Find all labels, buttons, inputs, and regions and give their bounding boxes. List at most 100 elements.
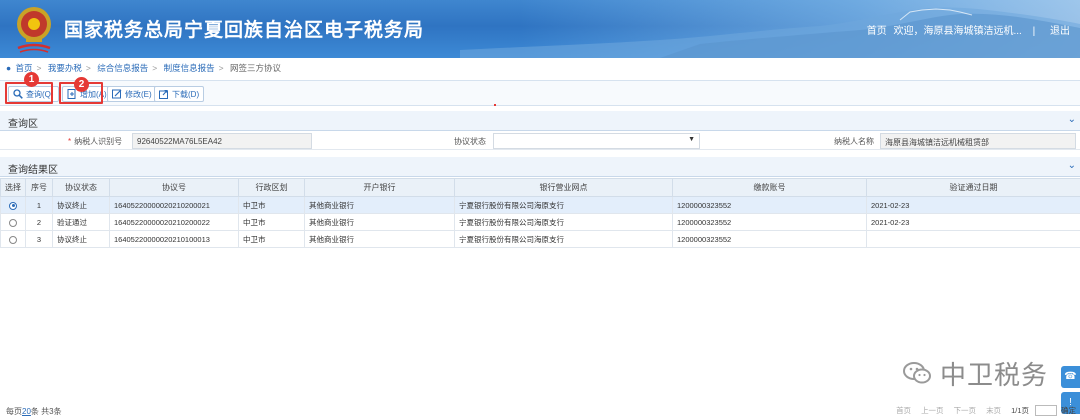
region-cell: 中卫市 — [238, 196, 305, 214]
agreement-number-cell: 16405220000020210100013 — [109, 230, 239, 248]
first-page-link[interactable]: 首页 — [896, 405, 911, 416]
pager: 首页 上一页 下一页 末页 1/1页 确定 — [886, 405, 1076, 416]
breadcrumb-tax-service[interactable]: 我要办税 — [48, 63, 82, 73]
column-header: 选择 — [0, 178, 26, 197]
edit-button[interactable]: 修改(E) — [107, 86, 157, 102]
results-table-container: 选择 序号 协议状态 协议号 行政区划 开户银行 银行营业网点 缴款账号 验证通… — [0, 178, 1080, 248]
breadcrumb-separator: > — [152, 63, 158, 73]
row-radio-cell[interactable] — [0, 196, 26, 214]
prev-page-link[interactable]: 上一页 — [921, 405, 944, 416]
table-row[interactable]: 3 协议终止 16405220000020210100013 中卫市 其他商业银… — [0, 230, 1080, 248]
row-radio-cell[interactable] — [0, 230, 26, 248]
taxpayer-name-label: 纳税人名称 — [834, 137, 874, 146]
wechat-icon — [903, 362, 931, 384]
site-title: 国家税务总局宁夏回族自治区电子税务局 — [64, 20, 425, 41]
headset-icon: ☎ — [1064, 371, 1077, 382]
home-link[interactable]: 首页 — [867, 26, 887, 37]
verify-date-cell: 2021-02-23 — [866, 213, 1080, 231]
verify-date-cell: 2021-02-23 — [866, 196, 1080, 214]
edit-icon — [112, 89, 122, 99]
region-cell: 中卫市 — [238, 213, 305, 231]
breadcrumb-system-report[interactable]: 制度信息报告 — [164, 63, 215, 73]
taxpayer-id-field[interactable]: 92640522MA76L5EA42 — [132, 133, 312, 149]
last-page-link[interactable]: 末页 — [986, 405, 1001, 416]
page-size-link[interactable]: 20 — [22, 407, 31, 416]
taxpayer-id-label: * 纳税人识别号 — [68, 136, 122, 147]
required-mark: * — [68, 137, 72, 146]
page-info: 1/1页 — [1011, 406, 1029, 415]
welcome-text: 欢迎，海原县海城镇洁远机... — [893, 26, 1022, 37]
header-user-links: 首页 欢迎，海原县海城镇洁远机... | 退出 — [863, 22, 1070, 37]
download-icon — [159, 90, 168, 99]
chevron-down-icon[interactable]: ⌄ — [1068, 160, 1076, 171]
breadcrumb-current: 网签三方协议 — [229, 63, 281, 73]
page-jump-button[interactable]: 确定 — [1061, 405, 1076, 416]
per-page-suffix: 条 共3条 — [30, 407, 62, 416]
watermark-text: 中卫税务 — [940, 360, 1049, 391]
column-header: 协议状态 — [52, 178, 110, 197]
results-section-header[interactable]: 查询结果区 ⌄ — [0, 157, 1080, 177]
table-row[interactable]: 1 协议终止 16405220000020210200021 中卫市 其他商业银… — [0, 196, 1080, 214]
page-jump-input[interactable] — [1035, 405, 1057, 416]
taxpayer-name-field[interactable]: 海原县海城镇洁远机械租赁部 — [880, 133, 1076, 149]
breadcrumb-separator: > — [218, 63, 224, 73]
region-cell: 中卫市 — [238, 230, 305, 248]
bank-cell: 其他商业银行 — [304, 230, 455, 248]
annotation-dot — [494, 104, 496, 106]
annotation-marker-1: 1 — [24, 72, 39, 87]
bank-cell: 其他商业银行 — [304, 196, 455, 214]
verify-date-cell — [866, 230, 1080, 248]
breadcrumb-info-report[interactable]: 综合信息报告 — [97, 63, 148, 73]
pagination-bar: 每页20条 共3条 首页 上一页 下一页 末页 1/1页 确定 — [0, 402, 1080, 420]
table-header-row: 选择 序号 协议状态 协议号 行政区划 开户银行 银行营业网点 缴款账号 验证通… — [0, 178, 1080, 197]
next-page-link[interactable]: 下一页 — [954, 405, 977, 416]
headset-help-button[interactable]: ☎ — [1061, 366, 1080, 388]
logout-link[interactable]: 退出 — [1050, 26, 1070, 37]
agreement-status-label: 协议状态 — [454, 137, 486, 146]
table-row[interactable]: 2 验证通过 16405220000020210200022 中卫市 其他商业银… — [0, 213, 1080, 231]
toolbar: 查询(Q) 增加(A) 修改(E) 下载(D) — [0, 80, 1080, 106]
account-number-cell: 1200000323552 — [672, 213, 867, 231]
agreement-status-select[interactable]: ▼ — [493, 133, 700, 149]
bank-branch-cell: 宁夏银行股份有限公司海原支行 — [454, 196, 673, 214]
annotation-marker-2: 2 — [74, 77, 89, 92]
row-index: 1 — [25, 196, 53, 214]
agreement-status-cell: 验证通过 — [52, 213, 110, 231]
taxpayer-id-label-text: 纳税人识别号 — [74, 137, 123, 146]
per-page-prefix: 每页 — [6, 407, 22, 416]
bank-branch-cell: 宁夏银行股份有限公司海原支行 — [454, 213, 673, 231]
results-table: 选择 序号 协议状态 协议号 行政区划 开户银行 银行营业网点 缴款账号 验证通… — [0, 178, 1080, 248]
wechat-watermark: 中卫税务 — [902, 356, 1052, 391]
agreement-status-cell: 协议终止 — [52, 230, 110, 248]
download-button[interactable]: 下载(D) — [154, 86, 205, 102]
column-header: 缴款账号 — [672, 178, 867, 197]
agreement-number-cell: 16405220000020210200021 — [109, 196, 239, 214]
header-separator: | — [1032, 26, 1036, 37]
query-section-header[interactable]: 查询区 ⌄ — [0, 111, 1080, 131]
column-header: 协议号 — [109, 178, 239, 197]
location-pin-icon: ● — [6, 63, 12, 73]
row-index: 2 — [25, 213, 53, 231]
row-radio-cell[interactable] — [0, 213, 26, 231]
row-radio[interactable] — [9, 218, 17, 227]
breadcrumb-separator: > — [85, 63, 91, 73]
query-form-row: * 纳税人识别号 92640522MA76L5EA42 协议状态 ▼ 纳税人名称 … — [0, 132, 1080, 150]
edit-button-label: 修改(E) — [125, 89, 152, 99]
breadcrumb: ● 首页 > 我要办税 > 综合信息报告 > 制度信息报告 > 网签三方协议 — [6, 62, 281, 76]
bank-cell: 其他商业银行 — [304, 213, 455, 231]
page-size-info: 每页20条 共3条 — [6, 406, 62, 417]
site-header: 国家税务总局宁夏回族自治区电子税务局 首页 欢迎，海原县海城镇洁远机... | … — [0, 0, 1080, 58]
column-header: 银行营业网点 — [454, 178, 673, 197]
account-number-cell: 1200000323552 — [672, 230, 867, 248]
row-radio-selected[interactable] — [9, 201, 17, 210]
account-number-cell: 1200000323552 — [672, 196, 867, 214]
breadcrumb-separator: > — [36, 63, 42, 73]
query-section-title: 查询区 — [8, 119, 38, 130]
chevron-down-icon[interactable]: ⌄ — [1068, 114, 1076, 125]
row-radio[interactable] — [9, 235, 17, 244]
agreement-number-cell: 16405220000020210200022 — [109, 213, 239, 231]
download-button-label: 下载(D) — [172, 89, 200, 99]
tax-bureau-emblem — [17, 7, 51, 53]
column-header: 验证通过日期 — [866, 178, 1080, 197]
dropdown-arrow-icon: ▼ — [688, 136, 695, 143]
